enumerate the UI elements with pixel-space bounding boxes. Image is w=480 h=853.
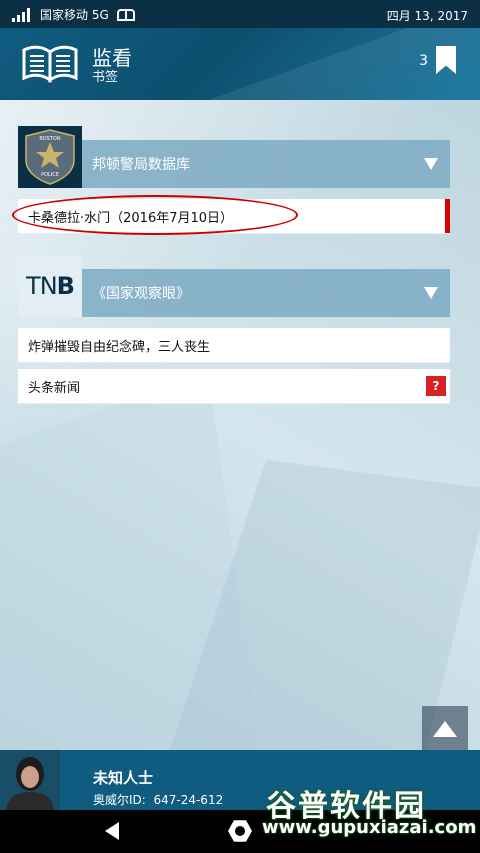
back-icon[interactable]: [105, 822, 119, 840]
chevron-down-icon[interactable]: [424, 287, 438, 299]
user-id: 奥威尔ID: 647-24-612: [93, 791, 223, 808]
status-bar: 国家移动 5G 四月 13, 2017: [0, 0, 480, 28]
badge-top-text: BOSTON: [39, 136, 60, 142]
person-silhouette-icon: [0, 750, 60, 810]
watermark-url: www.gupuxiazai.com: [262, 817, 477, 838]
user-name: 未知人士: [93, 769, 154, 787]
section-header-title: 《国家观察眼》: [92, 286, 190, 302]
section-national-observer[interactable]: TN B 《国家观察眼》: [18, 255, 450, 317]
user-id-label: 奥威尔ID:: [93, 793, 146, 807]
tnb-logo: TN B: [18, 255, 82, 317]
highlight-ellipse: [12, 195, 298, 235]
list-item[interactable]: 头条新闻 ?: [18, 369, 450, 404]
logo-bold-text: B: [56, 272, 75, 300]
page-title: 监看: [92, 46, 132, 70]
section-header-bar[interactable]: 邦顿警局数据库: [82, 140, 450, 188]
carrier-text: 国家移动 5G: [40, 8, 109, 22]
arrow-up-icon: [433, 721, 457, 737]
bookmark-icon[interactable]: [436, 46, 456, 74]
content-area: [0, 100, 480, 750]
police-badge-icon: BOSTON POLICE: [18, 126, 82, 188]
badge-bottom-text: POLICE: [41, 172, 59, 178]
bookmark-count: 3: [419, 53, 428, 69]
book-notification-icon: [116, 8, 135, 21]
question-icon: ?: [426, 376, 446, 396]
logo-light-text: TN: [26, 272, 58, 300]
list-item-label: 头条新闻: [28, 380, 81, 396]
list-item[interactable]: 炸弹摧毁自由纪念碑，三人丧生: [18, 328, 450, 363]
unread-marker: [445, 199, 450, 233]
signal-icon: [12, 7, 32, 22]
user-id-value: 647-24-612: [153, 793, 224, 807]
status-date: 四月 13, 2017: [386, 9, 468, 23]
chevron-down-icon[interactable]: [424, 158, 438, 170]
app-header: 监看 书签 3: [0, 28, 480, 100]
scroll-up-button[interactable]: [422, 706, 468, 752]
section-police-database[interactable]: BOSTON POLICE 邦顿警局数据库: [18, 126, 450, 188]
open-book-icon: [22, 45, 78, 83]
section-header-title: 邦顿警局数据库: [92, 157, 190, 173]
avatar[interactable]: [0, 750, 60, 810]
section-header-bar[interactable]: 《国家观察眼》: [82, 269, 450, 317]
list-item-label: 炸弹摧毁自由纪念碑，三人丧生: [28, 339, 211, 355]
page-subtitle: 书签: [92, 70, 119, 85]
